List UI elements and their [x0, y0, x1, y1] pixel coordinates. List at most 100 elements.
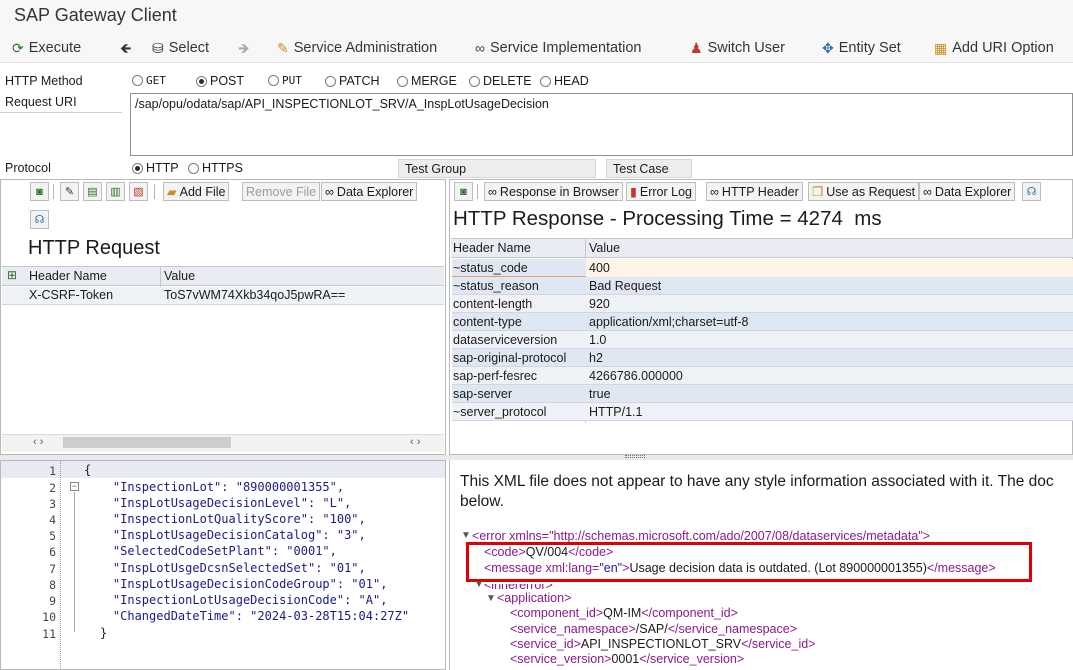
- test-case-field[interactable]: Test Case: [606, 159, 692, 178]
- response-data-explorer-button[interactable]: ∞ Data Explorer: [919, 182, 1016, 201]
- method-radio-head[interactable]: HEAD: [540, 74, 589, 88]
- method-radio-put[interactable]: PUT: [268, 74, 302, 87]
- test-group-label: Test Group: [405, 162, 467, 176]
- header-name-cell: sap-perf-fesrec: [453, 369, 538, 383]
- scroll-left-icon[interactable]: ‹ ›: [33, 436, 43, 448]
- add-uri-icon: ▦: [934, 40, 948, 56]
- back-button[interactable]: 🡸: [120, 38, 131, 58]
- selected-cell: [586, 259, 1073, 277]
- line-number: 5: [49, 529, 56, 543]
- response-refresh-icon[interactable]: ◙: [454, 182, 473, 201]
- response-header-grid-header: [451, 238, 1073, 258]
- radio-indicator: [196, 75, 207, 87]
- headset-icon[interactable]: ☊: [1022, 182, 1041, 201]
- switch-user-button[interactable]: ♟ Switch User: [690, 38, 785, 58]
- radio-indicator: [540, 75, 551, 87]
- line-number: 4: [49, 513, 56, 527]
- table-row[interactable]: dataserviceversion 1.0: [452, 331, 1073, 349]
- grid-settings-icon[interactable]: ⊞: [7, 268, 17, 282]
- fold-guide: [74, 492, 75, 632]
- insert-row-icon[interactable]: ▥: [106, 182, 125, 201]
- header-name-cell: content-length: [453, 297, 533, 311]
- line-number: 3: [49, 497, 56, 511]
- error-log-button[interactable]: ▮ Error Log: [626, 182, 696, 201]
- select-button[interactable]: ⛁ Select: [152, 38, 209, 58]
- table-row[interactable]: content-length 920: [452, 295, 1073, 313]
- add-row-icon[interactable]: ▤: [83, 182, 102, 201]
- header-name-cell: X-CSRF-Token: [29, 288, 114, 302]
- code-line: "SelectedCodeSetPlant": "0001",: [84, 544, 337, 558]
- table-row[interactable]: content-type application/xml;charset=utf-…: [452, 313, 1073, 331]
- xml-application-open: <application>: [497, 591, 572, 605]
- request-refresh-icon[interactable]: ◙: [30, 182, 49, 201]
- separator: [154, 184, 155, 199]
- table-row[interactable]: ~server_protocol HTTP/1.1: [452, 403, 1073, 421]
- header-name-cell: ~status_reason: [453, 279, 539, 293]
- method-radio-patch[interactable]: PATCH: [325, 74, 380, 88]
- scroll-right-icon[interactable]: ‹ ›: [410, 436, 420, 448]
- table-row[interactable]: ~status_reason Bad Request: [452, 277, 1073, 295]
- glasses-icon: ∞: [923, 184, 932, 199]
- method-radio-get[interactable]: GET: [132, 74, 166, 87]
- header-value-cell: 1.0: [589, 333, 607, 347]
- method-radio-merge[interactable]: MERGE: [397, 74, 457, 88]
- arrow-left-icon: 🡸: [120, 40, 132, 56]
- http-method-label: HTTP Method: [5, 74, 83, 88]
- line-number: 11: [42, 627, 56, 641]
- remove-file-button[interactable]: Remove File: [242, 182, 321, 201]
- gutter-divider: [60, 461, 61, 670]
- xml-namespace-line: <service_namespace>/SAP/</service_namesp…: [510, 622, 797, 636]
- request-data-explorer-button[interactable]: ∞ Data Explorer: [321, 182, 418, 201]
- add-uri-option-button[interactable]: ▦ Add URI Option: [934, 38, 1054, 58]
- headset-icon[interactable]: ☊: [30, 210, 49, 229]
- code-line: "InspLotUsageDecisionLevel": "L",: [84, 496, 352, 510]
- expand-triangle-icon[interactable]: ▼: [486, 593, 496, 604]
- method-radio-delete[interactable]: DELETE: [469, 74, 532, 88]
- code-line: "InspLotUsageDecisionCatalog": "3",: [84, 528, 366, 542]
- service-administration-button[interactable]: ✎ Service Administration: [277, 38, 437, 58]
- glasses-icon: ∞: [710, 184, 719, 199]
- code-line: }: [100, 626, 108, 640]
- glasses-icon: ∞: [475, 40, 485, 56]
- splitter-grip-icon[interactable]: [625, 455, 645, 458]
- response-in-browser-button[interactable]: ∞ Response in Browser: [484, 182, 623, 201]
- user-icon: ♟: [690, 40, 703, 56]
- request-uri-input[interactable]: /sap/opu/odata/sap/API_INSPECTIONLOT_SRV…: [130, 93, 1073, 156]
- scrollbar-thumb[interactable]: [63, 437, 231, 448]
- add-file-button[interactable]: ▰ Add File: [163, 182, 230, 201]
- edit-icon[interactable]: ✎: [60, 182, 79, 201]
- http-header-button[interactable]: ∞ HTTP Header: [706, 182, 803, 201]
- line-number: 2: [49, 481, 56, 495]
- col-header-name: Header Name: [453, 241, 531, 255]
- delete-row-icon[interactable]: ▧: [129, 182, 148, 201]
- line-number: 9: [49, 594, 56, 608]
- service-implementation-button[interactable]: ∞ Service Implementation: [475, 38, 642, 58]
- header-name-cell: ~status_code: [453, 261, 528, 275]
- header-value-cell: 4266786.000000: [589, 369, 683, 383]
- xml-version-line: <service_version>0001</service_version>: [510, 652, 745, 666]
- separator: [53, 184, 54, 199]
- forward-button[interactable]: 🡺: [238, 38, 249, 58]
- table-row[interactable]: sap-original-protocol h2: [452, 349, 1073, 367]
- table-row[interactable]: sap-server true: [452, 385, 1073, 403]
- table-row[interactable]: sap-perf-fesrec 4266786.000000: [452, 367, 1073, 385]
- line-number: 8: [49, 578, 56, 592]
- code-line: "InspectionLotUsageDecisionCode": "A",: [84, 593, 388, 607]
- method-radio-post[interactable]: POST: [196, 74, 244, 88]
- expand-triangle-icon[interactable]: ▼: [461, 530, 471, 541]
- protocol-radio-http[interactable]: HTTP: [132, 161, 179, 175]
- test-group-field[interactable]: Test Group: [398, 159, 596, 178]
- entity-set-button[interactable]: ✥ Entity Set: [822, 38, 901, 58]
- execute-button[interactable]: ⟳ Execute: [12, 38, 81, 58]
- glasses-icon: ∞: [325, 184, 334, 199]
- title-bar: SAP Gateway Client: [0, 0, 1073, 33]
- protocol-radio-https[interactable]: HTTPS: [188, 161, 243, 175]
- line-number: 10: [42, 610, 56, 624]
- collapse-icon[interactable]: −: [70, 482, 79, 491]
- http-response-title: HTTP Response - Processing Time = 4274 m…: [453, 207, 882, 230]
- header-value-cell: h2: [589, 351, 603, 365]
- xml-style-notice: This XML file does not appear to have an…: [460, 473, 1054, 490]
- separator: [477, 184, 478, 199]
- use-as-request-button[interactable]: ❐ Use as Request: [808, 182, 920, 201]
- expand-triangle-icon[interactable]: ▼: [474, 579, 484, 590]
